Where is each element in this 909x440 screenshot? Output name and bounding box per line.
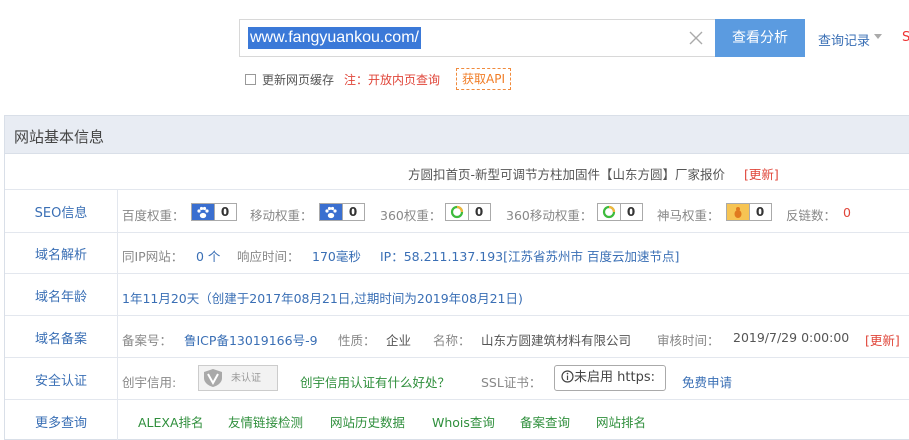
row-divider <box>5 273 909 274</box>
icp-nature-label: 性质： <box>338 333 376 348</box>
so360-icon <box>446 204 468 220</box>
credit-label: 创宇信用: <box>122 375 177 390</box>
so360-weight-label: 360权重： <box>380 208 442 223</box>
so360-weight-value: 0 <box>468 204 489 220</box>
mobile-weight-value: 0 <box>342 204 363 220</box>
row-divider <box>5 399 909 400</box>
row-divider <box>5 357 909 358</box>
mobile-weight-label: 移动权重： <box>250 208 313 223</box>
panel-header <box>5 116 909 154</box>
row-label-dns: 域名解析 <box>34 248 87 263</box>
cache-checkbox[interactable] <box>245 74 256 85</box>
row-label-seo: SEO信息 <box>34 206 88 221</box>
so360-mobile-weight-label: 360移动权重： <box>506 208 593 223</box>
column-divider <box>117 189 118 440</box>
icp-no-value[interactable]: 鲁ICP备13019166号-9 <box>184 330 318 349</box>
more-link-icp[interactable]: 备案查询 <box>520 412 570 431</box>
domain-age-value[interactable]: 1年11月20天（创建于2017年08月21日,过期时间为2019年08月21日… <box>122 288 523 307</box>
info-icon <box>561 370 574 383</box>
credit-benefit-link[interactable]: 创宇信用认证有什么好处？ <box>300 372 450 391</box>
row-label-more: 更多查询 <box>34 416 87 431</box>
row-label-security: 安全认证 <box>34 374 87 389</box>
row-divider <box>5 315 909 316</box>
site-title: 方圆扣首页-新型可调节方柱加固件【山东方圆】厂家报价 <box>408 167 726 182</box>
get-api-button[interactable]: 获取API <box>456 68 511 90</box>
same-ip-label: 同IP网站： <box>122 249 184 264</box>
so360-mobile-weight-value: 0 <box>620 204 641 220</box>
paw-icon <box>320 204 342 220</box>
clear-icon[interactable] <box>686 27 706 49</box>
mobile-weight-badge[interactable]: 0 <box>319 203 365 221</box>
shenma-horse-icon <box>727 204 749 220</box>
icp-name-label: 名称： <box>433 333 471 348</box>
more-link-history[interactable]: 网站历史数据 <box>330 412 405 431</box>
panel-title: 网站基本信息 <box>14 128 105 146</box>
icp-update-link[interactable]: [更新] <box>865 330 900 349</box>
free-apply-link[interactable]: 免费申请 <box>682 372 732 391</box>
icp-audit-value: 2019/7/29 0:00:00 <box>733 330 850 345</box>
shenma-weight-label: 神马权重： <box>657 208 720 223</box>
baidu-weight-label: 百度权重： <box>122 208 185 223</box>
more-link-whois[interactable]: Whois查询 <box>432 412 495 431</box>
icp-nature-value: 企业 <box>386 333 412 348</box>
so360-mobile-weight-badge[interactable]: 0 <box>597 203 643 221</box>
verified-shield-icon <box>204 369 222 387</box>
row-divider <box>5 232 909 233</box>
backlinks-value[interactable]: 0 <box>843 205 851 220</box>
chevron-down-icon[interactable] <box>874 34 882 39</box>
so360-icon <box>598 204 620 220</box>
notice-text: 注：开放内页查询 <box>344 73 441 87</box>
so360-weight-badge[interactable]: 0 <box>445 203 491 221</box>
paw-icon <box>192 204 214 220</box>
search-input[interactable]: www.fangyuankou.com/ <box>248 27 421 49</box>
credit-badge-text: 未认证 <box>231 373 261 384</box>
response-time-value: 170毫秒 <box>312 249 361 264</box>
same-ip-value[interactable]: 0 个 <box>196 246 220 265</box>
icp-name-value: 山东方圆建筑材料有限公司 <box>481 333 632 348</box>
shenma-weight-badge[interactable]: 0 <box>726 203 772 221</box>
more-link-alexa[interactable]: ALEXA排名 <box>138 412 204 431</box>
ssl-status-text: 未启用 https: <box>574 370 655 385</box>
truncated-link[interactable]: S <box>902 30 909 45</box>
row-label-icp: 域名备案 <box>34 332 87 347</box>
row-label-age: 域名年龄 <box>34 290 87 305</box>
query-button[interactable]: 查看分析 <box>715 19 805 57</box>
baidu-weight-badge[interactable]: 0 <box>191 203 237 221</box>
response-time-label: 响应时间： <box>237 249 300 264</box>
cache-label: 更新网页缓存 <box>262 73 335 87</box>
icp-no-label: 备案号： <box>122 333 173 348</box>
shenma-weight-value: 0 <box>749 204 770 220</box>
ip-info[interactable]: IP：58.211.137.193[江苏省苏州市 百度云加速节点] <box>380 246 679 265</box>
more-link-friendlinks[interactable]: 友情链接检测 <box>228 412 303 431</box>
icp-audit-label: 审核时间： <box>657 333 720 348</box>
ssl-label: SSL证书： <box>481 375 542 390</box>
ssl-status-box[interactable]: 未启用 https: <box>554 365 666 391</box>
history-link[interactable]: 查询记录 <box>818 30 870 49</box>
site-title-update-link[interactable]: [更新] <box>744 164 779 183</box>
credit-uncertified-badge[interactable]: 未认证 <box>198 365 278 391</box>
row-divider <box>5 189 909 190</box>
backlinks-label: 反链数： <box>786 208 837 223</box>
more-link-rank[interactable]: 网站排名 <box>596 412 646 431</box>
baidu-weight-value: 0 <box>214 204 235 220</box>
